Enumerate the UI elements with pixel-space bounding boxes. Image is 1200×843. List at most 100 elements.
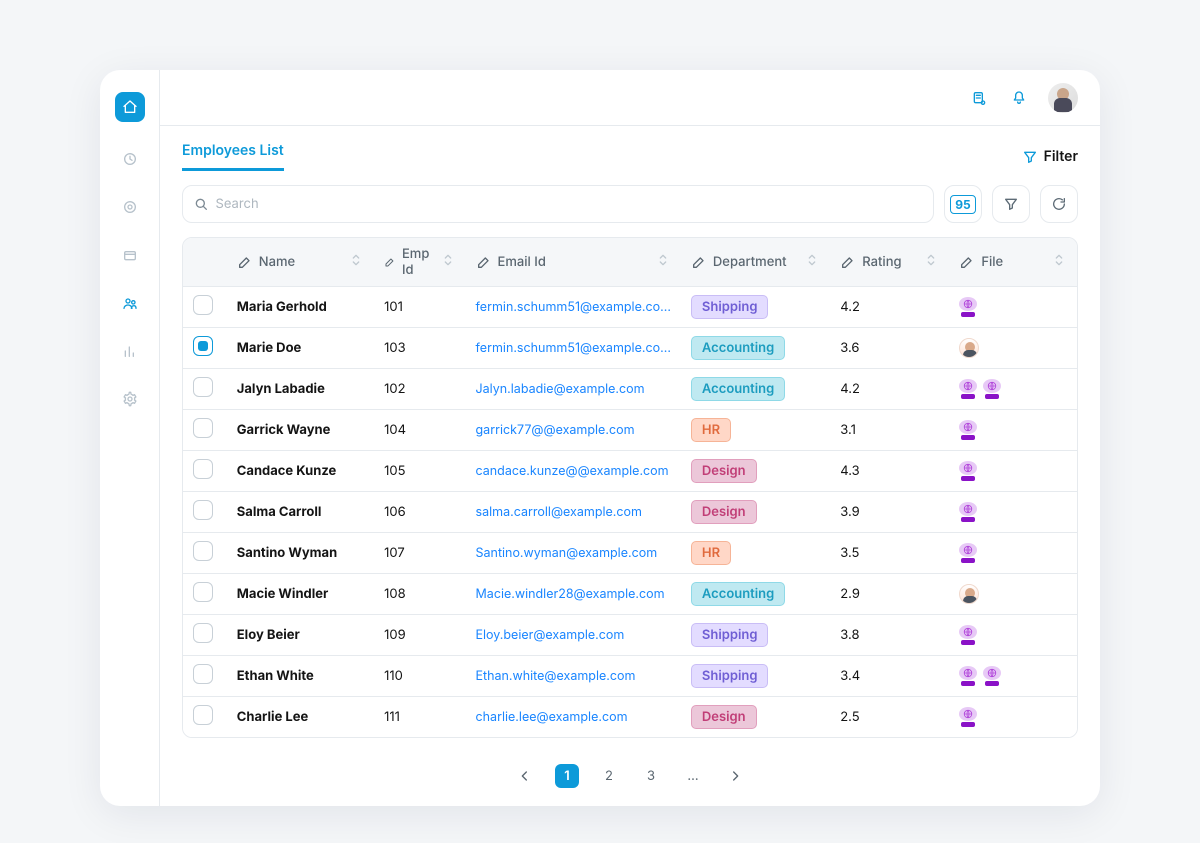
- cell-emp-id: 111: [374, 697, 465, 738]
- department-badge: HR: [691, 418, 731, 442]
- email-link[interactable]: Santino.wyman@example.com: [476, 546, 658, 561]
- sort-icon[interactable]: [440, 252, 456, 272]
- sidebar-item-reports[interactable]: [119, 340, 141, 362]
- file-attachment-icon[interactable]: [983, 379, 1001, 399]
- col-department[interactable]: Department: [681, 238, 830, 287]
- email-link[interactable]: fermin.schumm51@example.co...: [476, 341, 671, 356]
- file-avatar-icon[interactable]: [959, 584, 979, 604]
- cell-email: garrick77@@example.com: [466, 410, 681, 451]
- page-2[interactable]: 2: [597, 764, 621, 788]
- user-avatar[interactable]: [1048, 83, 1078, 113]
- department-badge: Shipping: [691, 295, 769, 319]
- sidebar-item-dashboard[interactable]: [119, 148, 141, 170]
- file-attachment-icon[interactable]: [983, 666, 1001, 686]
- sidebar-item-target[interactable]: [119, 196, 141, 218]
- email-link[interactable]: Eloy.beier@example.com: [476, 628, 625, 643]
- cell-file: [949, 574, 1077, 615]
- sidebar-item-inbox[interactable]: [119, 244, 141, 266]
- cell-file: [949, 287, 1077, 328]
- col-email[interactable]: Email Id: [466, 238, 681, 287]
- email-link[interactable]: Macie.windler28@example.com: [476, 587, 665, 602]
- result-count-value: 95: [950, 195, 975, 214]
- department-badge: HR: [691, 541, 731, 565]
- cell-file: [949, 369, 1077, 410]
- file-attachment-icon[interactable]: [959, 297, 977, 317]
- col-emp-id[interactable]: Emp Id: [374, 238, 465, 287]
- department-badge: Design: [691, 459, 757, 483]
- row-checkbox[interactable]: [193, 295, 213, 315]
- notes-icon[interactable]: [968, 87, 990, 109]
- email-link[interactable]: charlie.lee@example.com: [476, 710, 628, 725]
- file-attachment-icon[interactable]: [959, 707, 977, 727]
- row-checkbox[interactable]: [193, 541, 213, 561]
- cell-name: Macie Windler: [227, 574, 374, 615]
- col-name[interactable]: Name: [227, 238, 374, 287]
- cell-file: [949, 656, 1077, 697]
- table-row: Ethan White110Ethan.white@example.comShi…: [183, 656, 1077, 697]
- cell-name: Candace Kunze: [227, 451, 374, 492]
- cell-department: Design: [681, 492, 830, 533]
- department-badge: Design: [691, 500, 757, 524]
- sort-icon[interactable]: [1051, 252, 1067, 272]
- sort-icon[interactable]: [923, 252, 939, 272]
- tab-employees-list[interactable]: Employees List: [182, 142, 284, 171]
- col-select: [183, 238, 227, 287]
- page-prev[interactable]: [513, 764, 537, 788]
- col-rating[interactable]: Rating: [830, 238, 949, 287]
- row-checkbox[interactable]: [193, 459, 213, 479]
- bell-icon[interactable]: [1008, 87, 1030, 109]
- brand-logo[interactable]: [115, 92, 145, 122]
- file-attachment-icon[interactable]: [959, 543, 977, 563]
- email-link[interactable]: Ethan.white@example.com: [476, 669, 636, 684]
- row-checkbox[interactable]: [193, 500, 213, 520]
- file-attachment-icon[interactable]: [959, 461, 977, 481]
- email-link[interactable]: fermin.schumm51@example.co...: [476, 300, 671, 315]
- row-checkbox[interactable]: [193, 377, 213, 397]
- table-row: Candace Kunze105candace.kunze@@example.c…: [183, 451, 1077, 492]
- sort-icon[interactable]: [348, 252, 364, 272]
- sort-icon[interactable]: [804, 252, 820, 272]
- cell-email: Ethan.white@example.com: [466, 656, 681, 697]
- department-badge: Accounting: [691, 582, 785, 606]
- edit-icon: [384, 254, 396, 270]
- row-checkbox[interactable]: [193, 336, 213, 356]
- filter-button[interactable]: Filter: [1022, 148, 1078, 165]
- email-link[interactable]: candace.kunze@@example.com: [476, 464, 669, 479]
- file-avatar-icon[interactable]: [959, 338, 979, 358]
- page-3[interactable]: 3: [639, 764, 663, 788]
- cell-emp-id: 103: [374, 328, 465, 369]
- cell-department: Design: [681, 697, 830, 738]
- email-link[interactable]: garrick77@@example.com: [476, 423, 635, 438]
- table-row: Macie Windler108Macie.windler28@example.…: [183, 574, 1077, 615]
- edit-icon: [237, 254, 253, 270]
- row-checkbox[interactable]: [193, 418, 213, 438]
- file-attachment-icon[interactable]: [959, 666, 977, 686]
- col-file[interactable]: File: [949, 238, 1077, 287]
- sort-icon[interactable]: [655, 252, 671, 272]
- page-1[interactable]: 1: [555, 764, 579, 788]
- search-input[interactable]: [214, 195, 924, 213]
- app-window: Employees List Filter 95: [100, 70, 1100, 806]
- cell-department: HR: [681, 533, 830, 574]
- row-checkbox[interactable]: [193, 582, 213, 602]
- file-attachment-icon[interactable]: [959, 625, 977, 645]
- page-next[interactable]: [723, 764, 747, 788]
- file-attachment-icon[interactable]: [959, 379, 977, 399]
- file-attachment-icon[interactable]: [959, 420, 977, 440]
- cell-file: [949, 492, 1077, 533]
- email-link[interactable]: Jalyn.labadie@example.com: [476, 382, 645, 397]
- row-checkbox[interactable]: [193, 705, 213, 725]
- cell-email: salma.carroll@example.com: [466, 492, 681, 533]
- email-link[interactable]: salma.carroll@example.com: [476, 505, 642, 520]
- row-checkbox[interactable]: [193, 664, 213, 684]
- cell-emp-id: 110: [374, 656, 465, 697]
- row-checkbox[interactable]: [193, 623, 213, 643]
- file-attachment-icon[interactable]: [959, 502, 977, 522]
- toolbar-filter-button[interactable]: [992, 185, 1030, 223]
- cell-department: Accounting: [681, 574, 830, 615]
- table-row: Marie Doe103fermin.schumm51@example.co..…: [183, 328, 1077, 369]
- toolbar-refresh-button[interactable]: [1040, 185, 1078, 223]
- sidebar-item-settings[interactable]: [119, 388, 141, 410]
- sidebar-item-employees[interactable]: [119, 292, 141, 314]
- cell-name: Santino Wyman: [227, 533, 374, 574]
